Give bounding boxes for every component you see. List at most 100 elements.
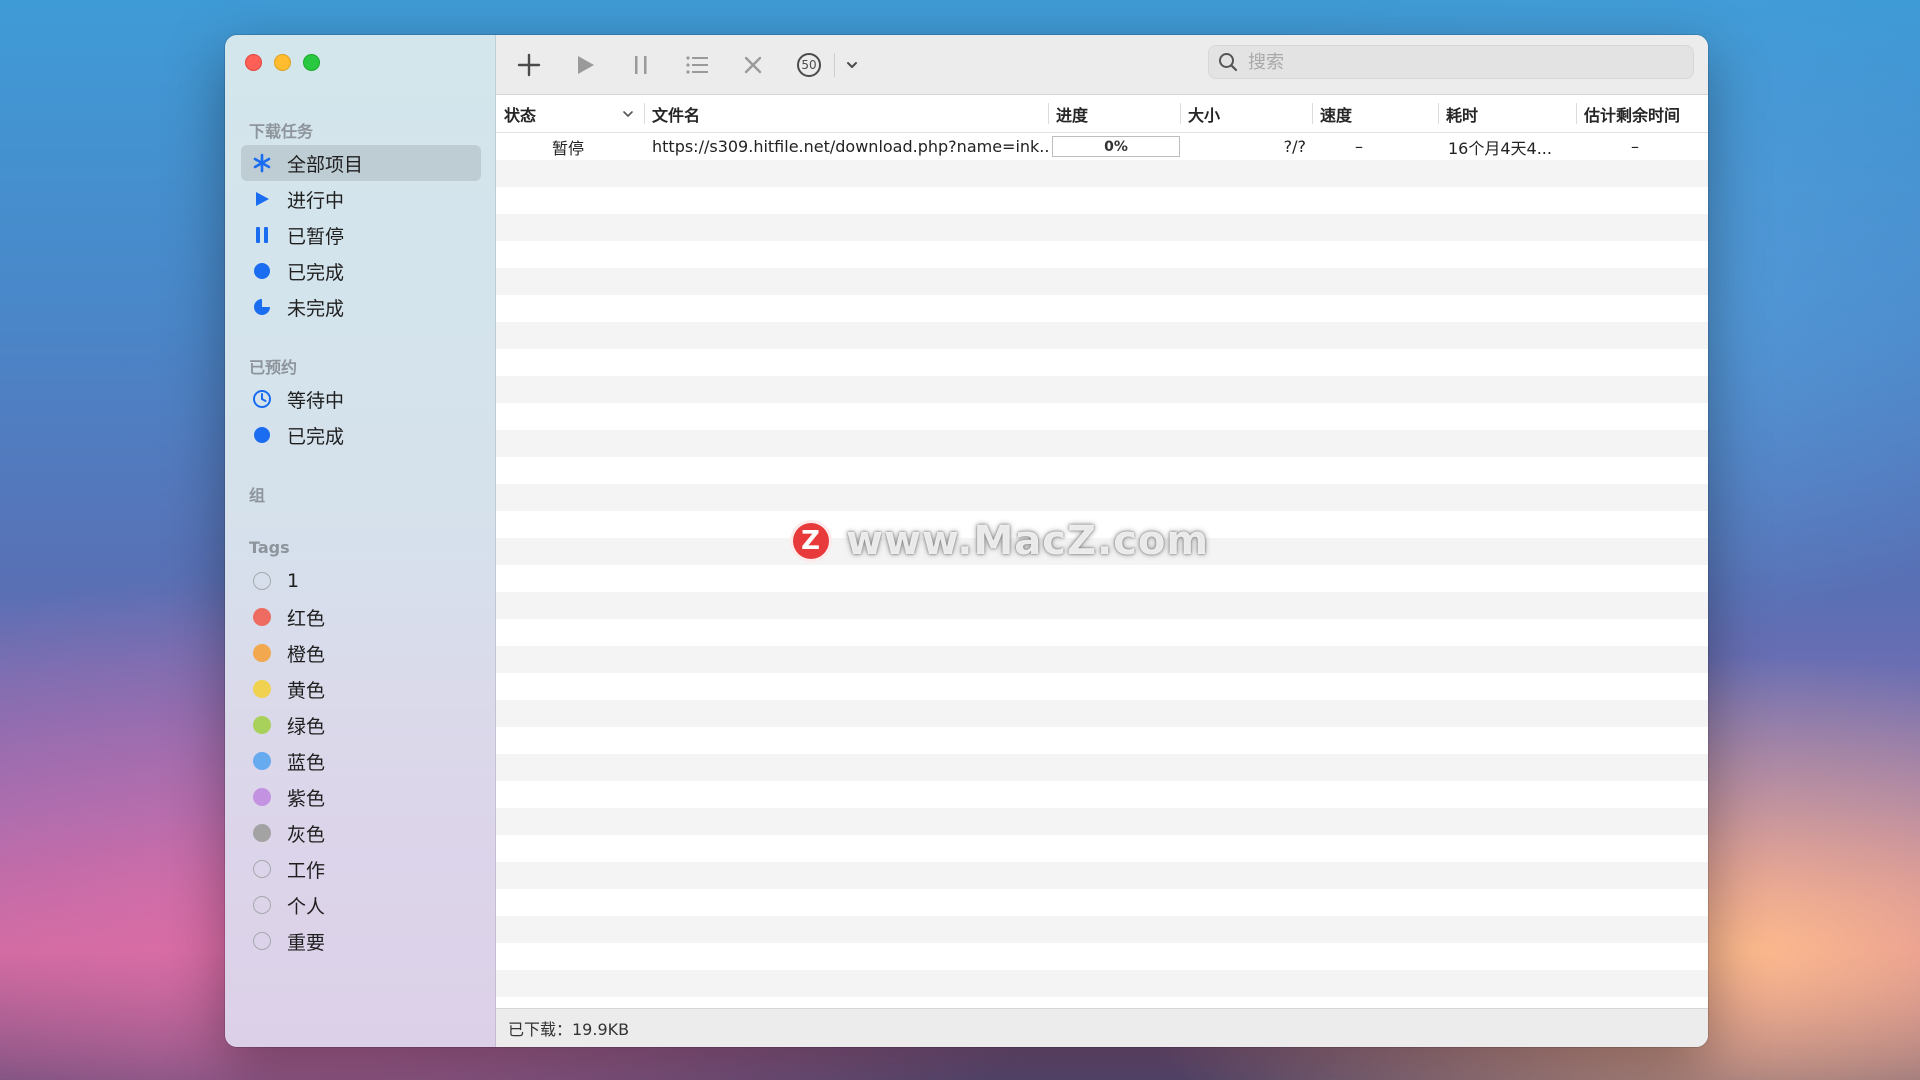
plus-icon — [517, 53, 541, 76]
cell-filename: https://s309.hitfile.net/download.php?na… — [652, 137, 1048, 156]
column-header-progress[interactable]: 进度 — [1048, 95, 1180, 132]
sidebar-item-completed[interactable]: 已完成 — [241, 253, 481, 289]
sidebar: 下载任务 全部项目 进行中 已暂停 已完成 未完成 已预约 等待中 已完成 组 … — [225, 35, 496, 1047]
tag-circle-icon — [251, 678, 273, 700]
list-icon — [686, 55, 708, 74]
section-header-scheduled: 已预约 — [249, 358, 298, 377]
status-bar: 已下载：19.9KB — [496, 1008, 1708, 1047]
sidebar-item-label: 个人 — [287, 895, 326, 918]
cell-speed: – — [1355, 137, 1363, 156]
sidebar-item-paused[interactable]: 已暂停 — [241, 217, 481, 253]
column-header-speed[interactable]: 速度 — [1312, 95, 1438, 132]
sidebar-item-in-progress[interactable]: 进行中 — [241, 181, 481, 217]
progress-bar: 0% — [1052, 136, 1180, 157]
tag-circle-icon — [251, 786, 273, 808]
pause-icon — [251, 224, 273, 246]
sidebar-item-label: 灰色 — [287, 823, 326, 846]
pause-icon — [635, 55, 647, 74]
speed-limit-icon: 50 — [797, 52, 821, 77]
column-label: 耗时 — [1446, 105, 1479, 125]
chevron-down-icon — [847, 61, 857, 68]
column-header-remaining[interactable]: 估计剩余时间 — [1576, 95, 1706, 132]
close-window-button[interactable] — [245, 54, 262, 71]
section-header-tags: Tags — [249, 538, 290, 557]
sidebar-item-scheduled-completed[interactable]: 已完成 — [241, 417, 481, 453]
sidebar-tag-blue[interactable]: 蓝色 — [241, 743, 481, 779]
tag-circle-icon — [251, 570, 273, 592]
column-label: 状态 — [504, 105, 537, 125]
sidebar-item-label: 工作 — [287, 859, 326, 882]
section-header-downloads: 下载任务 — [249, 122, 314, 141]
tag-circle-icon — [251, 750, 273, 772]
sidebar-tag-gray[interactable]: 灰色 — [241, 815, 481, 851]
sidebar-item-label: 绿色 — [287, 715, 326, 738]
speed-limit-dropdown[interactable] — [841, 48, 863, 82]
sidebar-tag-purple[interactable]: 紫色 — [241, 779, 481, 815]
filled-circle-icon — [251, 424, 273, 446]
delete-button[interactable] — [736, 48, 770, 82]
watermark: Z www.MacZ.com — [790, 518, 1209, 564]
close-icon — [744, 56, 762, 73]
sidebar-tag-1[interactable]: 1 — [241, 563, 481, 599]
sidebar-item-label: 1 — [287, 570, 300, 592]
sidebar-item-label: 橙色 — [287, 643, 326, 666]
resume-button[interactable] — [568, 48, 602, 82]
sidebar-tag-red[interactable]: 红色 — [241, 599, 481, 635]
pause-button[interactable] — [624, 48, 658, 82]
column-header-status[interactable]: 状态 — [496, 95, 644, 132]
sidebar-item-label: 红色 — [287, 607, 326, 630]
minimize-window-button[interactable] — [274, 54, 291, 71]
sidebar-item-label: 已完成 — [287, 425, 345, 448]
asterisk-icon — [251, 152, 273, 174]
sidebar-tag-yellow[interactable]: 黄色 — [241, 671, 481, 707]
sidebar-item-label: 已完成 — [287, 261, 345, 284]
speed-limit-button[interactable]: 50 — [792, 48, 826, 82]
sidebar-item-all[interactable]: 全部项目 — [241, 145, 481, 181]
zoom-window-button[interactable] — [303, 54, 320, 71]
cell-remaining: – — [1631, 137, 1639, 156]
sidebar-item-label: 未完成 — [287, 297, 345, 320]
clock-icon — [251, 388, 273, 410]
watermark-logo-icon: Z — [790, 520, 832, 562]
column-label: 大小 — [1188, 105, 1221, 125]
toolbar: 50 — [496, 35, 1708, 95]
window-controls — [245, 54, 320, 71]
search-field[interactable] — [1208, 45, 1694, 79]
tag-circle-icon — [251, 714, 273, 736]
sidebar-tag-green[interactable]: 绿色 — [241, 707, 481, 743]
download-list: 暂停 https://s309.hitfile.net/download.php… — [496, 133, 1708, 1008]
sidebar-tag-personal[interactable]: 个人 — [241, 887, 481, 923]
sidebar-item-label: 蓝色 — [287, 751, 326, 774]
list-button[interactable] — [680, 48, 714, 82]
downloaded-total: 已下载：19.9KB — [508, 1020, 630, 1039]
half-moon-icon — [251, 296, 273, 318]
sidebar-item-label: 进行中 — [287, 189, 345, 212]
table-row[interactable]: 暂停 https://s309.hitfile.net/download.php… — [496, 133, 1708, 160]
tag-circle-icon — [251, 822, 273, 844]
toolbar-separator — [834, 52, 835, 77]
play-icon — [578, 55, 594, 74]
column-header-filename[interactable]: 文件名 — [644, 95, 1048, 132]
column-label: 估计剩余时间 — [1584, 105, 1681, 125]
sidebar-item-label: 全部项目 — [287, 153, 364, 176]
tags-list: 1 红色 橙色 黄色 绿色 蓝色 紫色 灰色 工作 个人 重要 — [241, 563, 481, 959]
filled-circle-icon — [251, 260, 273, 282]
sidebar-item-label: 重要 — [287, 931, 326, 954]
play-icon — [251, 188, 273, 210]
downloads-list: 全部项目 进行中 已暂停 已完成 未完成 — [241, 145, 481, 325]
sidebar-tag-work[interactable]: 工作 — [241, 851, 481, 887]
tag-circle-icon — [251, 858, 273, 880]
add-download-button[interactable] — [512, 48, 546, 82]
progress-label: 0% — [1104, 138, 1128, 155]
sidebar-item-waiting[interactable]: 等待中 — [241, 381, 481, 417]
column-header-size[interactable]: 大小 — [1180, 95, 1312, 132]
column-header-elapsed[interactable]: 耗时 — [1438, 95, 1576, 132]
chevron-down-icon — [623, 110, 633, 117]
section-header-groups: 组 — [249, 486, 266, 505]
cell-status: 暂停 — [552, 138, 585, 158]
column-label: 进度 — [1056, 105, 1089, 125]
search-input[interactable] — [1246, 50, 1670, 74]
sidebar-tag-orange[interactable]: 橙色 — [241, 635, 481, 671]
sidebar-item-incomplete[interactable]: 未完成 — [241, 289, 481, 325]
sidebar-tag-important[interactable]: 重要 — [241, 923, 481, 959]
